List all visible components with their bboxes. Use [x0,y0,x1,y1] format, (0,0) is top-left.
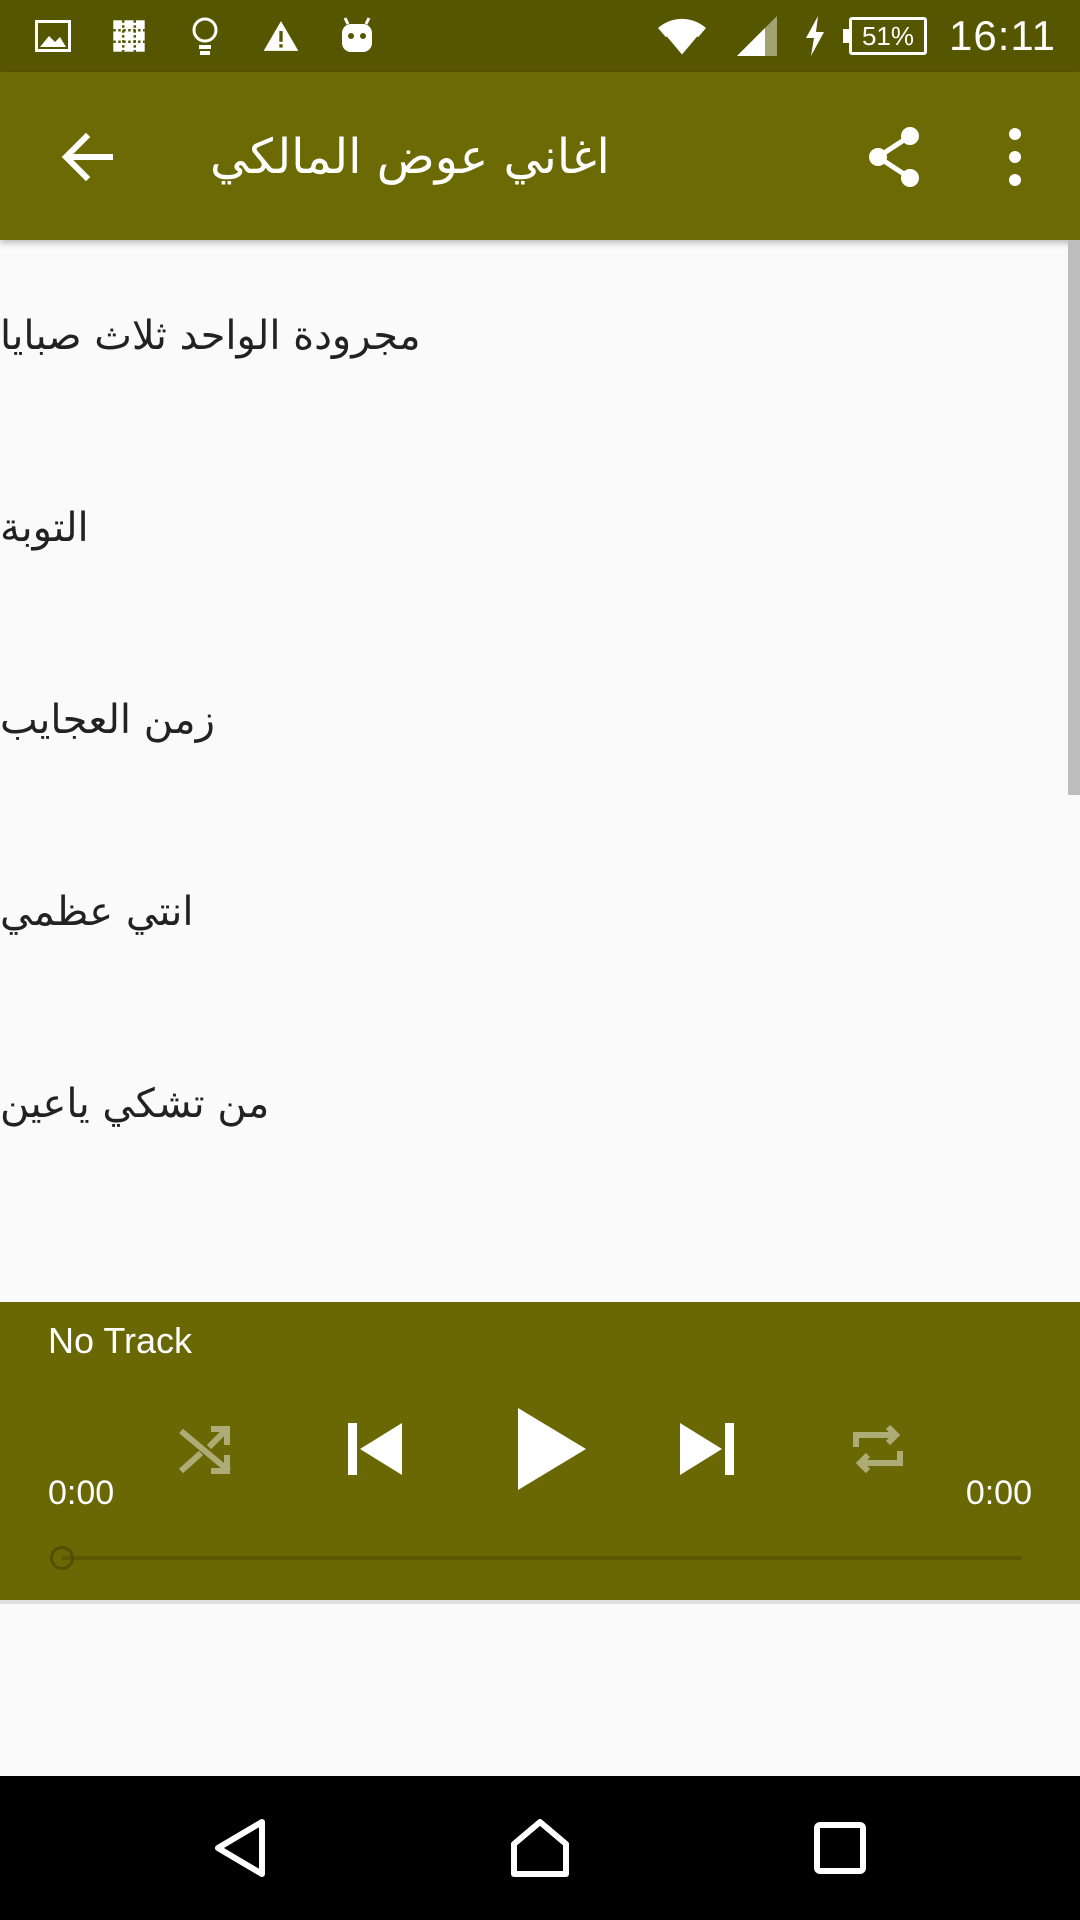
navigation-bar [0,1776,1080,1920]
track-title: No Track [48,1320,193,1361]
more-vert-icon[interactable] [990,122,1040,192]
skip-previous-icon[interactable] [334,1404,414,1494]
battery-icon: 51% [843,17,927,55]
player-divider [0,1600,1080,1604]
song-title: مجرودة الواحد ثلاث صبايا [0,313,421,359]
list-item[interactable]: مجرودة الواحد ثلاث صبايا [0,240,1068,432]
list-scrollbar[interactable] [1068,240,1080,795]
warning-icon [262,16,300,56]
status-bar-clock: 16:11 [949,12,1056,59]
charging-icon [803,16,827,56]
seek-thumb[interactable] [50,1546,74,1570]
seek-bar[interactable] [62,1556,1022,1560]
shuffle-icon[interactable] [170,1414,240,1484]
image-icon [34,16,72,56]
status-bar-notifications [34,0,376,72]
page-title: اغاني عوض المالكي [210,129,610,185]
share-icon[interactable] [860,122,930,192]
play-icon[interactable] [500,1394,600,1504]
list-item[interactable]: انتي عظمي [0,816,1068,1008]
song-title: التوبة [0,505,89,551]
nav-recents-icon[interactable] [800,1808,880,1888]
app-bar: اغاني عوض المالكي [0,72,1080,240]
status-bar: 51% 16:11 [0,0,1080,72]
battery-level: 51% [861,20,915,51]
nav-back-icon[interactable] [200,1808,280,1888]
song-title: انتي عظمي [0,889,194,935]
status-bar-system: 51% 16:11 [653,0,1056,72]
skip-next-icon[interactable] [668,1404,748,1494]
lightbulb-icon [186,16,224,56]
app-notification-icon [110,16,148,56]
android-icon [338,16,376,56]
list-item[interactable]: من تشكي ياعين [0,1008,1068,1200]
song-title: من تشكي ياعين [0,1081,270,1127]
list-item[interactable]: زمن العجايب [0,624,1068,816]
list-item[interactable]: التوبة [0,432,1068,624]
back-arrow-icon[interactable] [52,122,122,192]
current-time: 0:00 [48,1474,115,1512]
song-title: زمن العجايب [0,697,215,743]
wifi-icon [653,16,711,57]
signal-icon [733,16,781,56]
repeat-icon[interactable] [838,1414,918,1484]
song-list: مجرودة الواحد ثلاث صبايا التوبة زمن العج… [0,240,1068,1200]
total-time: 0:00 [965,1474,1032,1512]
nav-home-icon[interactable] [500,1808,580,1888]
